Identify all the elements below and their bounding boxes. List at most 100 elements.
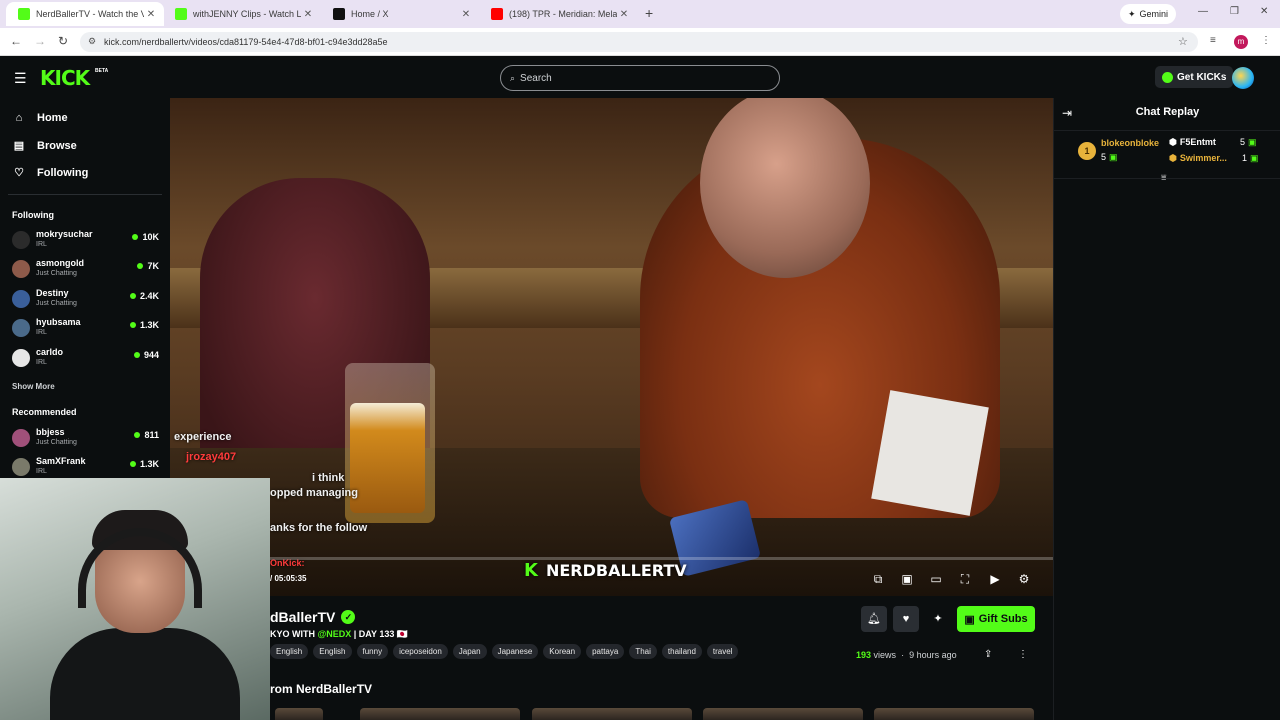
video-thumbnail[interactable] <box>874 708 1034 720</box>
video-thumbnail[interactable] <box>360 708 520 720</box>
forward-icon[interactable]: → <box>34 34 46 48</box>
tag-pill[interactable]: thailand <box>661 644 702 659</box>
viewer-count: 944 <box>133 350 159 360</box>
profile-avatar[interactable]: m <box>1234 35 1248 49</box>
sidebar-item-browse[interactable]: ▤ Browse <box>12 139 77 153</box>
video-progress-bar[interactable] <box>270 557 1053 560</box>
follow-heart-icon[interactable]: ♥ <box>893 606 919 632</box>
notification-bell-icon[interactable]: 🔔︎ <box>861 606 887 632</box>
miniplayer-icon[interactable]: ⧉ <box>870 572 886 587</box>
restore-icon[interactable]: ❐ <box>1230 6 1239 17</box>
channel-category: Just Chatting <box>36 270 77 277</box>
more-options-icon[interactable]: ⋮ <box>1018 649 1028 660</box>
channel-item[interactable]: carldo IRL 944 <box>12 345 162 371</box>
gift-subs-button[interactable]: ▣ Gift Subs <box>957 606 1035 632</box>
avatar <box>12 290 30 308</box>
user-avatar[interactable] <box>1232 67 1254 89</box>
close-icon[interactable]: ✕ <box>144 9 158 20</box>
watermark-text: NERDBALLERTV <box>545 561 687 580</box>
tab-youtube[interactable]: (198) TPR - Meridian: Melancho ✕ <box>479 2 637 26</box>
gemini-label: Gemini <box>1139 9 1169 19</box>
browser-menu-icon[interactable]: ⋮ <box>1261 35 1271 46</box>
share-icon[interactable]: ⇪ <box>984 649 992 660</box>
tag-pill[interactable]: English <box>270 644 309 659</box>
url-input[interactable]: ⚙ kick.com/nerdballertv/videos/cda81179-… <box>80 32 1198 52</box>
viewer-count-text: 944 <box>143 350 159 360</box>
tag-pill[interactable]: pattaya <box>586 644 625 659</box>
search-input[interactable]: ⌕ Search <box>500 65 780 91</box>
get-kicks-button[interactable]: Get KICKs <box>1155 66 1234 88</box>
show-more-button[interactable]: Show More <box>12 382 55 391</box>
media-control-icon[interactable]: ≡ <box>1210 35 1216 46</box>
new-tab-button[interactable]: + <box>645 5 653 21</box>
gemini-button[interactable]: ✦ Gemini <box>1120 4 1177 24</box>
sparkle-icon[interactable]: ✦ <box>925 606 951 632</box>
video-info: dBallerTV ✓ KYO WITH @NEDX | DAY 133 🇯🇵 … <box>270 596 1053 720</box>
expand-leaderboard-icon[interactable]: ⩸ <box>1161 172 1166 183</box>
tag-pill[interactable]: travel <box>706 644 739 659</box>
webcam-person-body <box>50 628 240 720</box>
video-meta: 193 views · 9 hours ago <box>856 650 957 660</box>
gift-icon: ▣ <box>1250 153 1259 163</box>
back-icon[interactable]: ← <box>10 34 22 48</box>
tag-pill[interactable]: English <box>313 644 352 659</box>
video-thumbnail[interactable] <box>532 708 692 720</box>
video-player[interactable]: experience jrozay407 i think opped manag… <box>170 98 1053 596</box>
leaderboard-name[interactable]: ⬢ F5Entmt <box>1169 137 1216 148</box>
menu-icon[interactable]: ☰ <box>14 70 27 87</box>
close-icon[interactable]: ✕ <box>301 9 315 20</box>
avatar <box>12 349 30 367</box>
fullscreen-icon[interactable]: ⛶ <box>957 572 973 587</box>
tab-nerdballertv[interactable]: NerdBallerTV - Watch the VOD ✕ <box>6 2 164 26</box>
channel-category: IRL <box>36 468 47 475</box>
leaderboard-name-text: F5Entmt <box>1179 137 1216 147</box>
channel-name: carldo <box>36 347 64 357</box>
window-close-icon[interactable]: ✕ <box>1260 6 1268 17</box>
kick-logo[interactable]: KICK <box>40 66 90 90</box>
channel-item[interactable]: asmongold Just Chatting 7K <box>12 256 162 282</box>
chat-divider <box>1054 130 1280 131</box>
tag-pill[interactable]: iceposeidon <box>393 644 448 659</box>
settings-icon[interactable]: ⚙ <box>1016 572 1032 586</box>
viewer-count: 1.3K <box>129 320 159 330</box>
more-from-heading: rom NerdBallerTV <box>270 682 373 696</box>
tab-withjenny[interactable]: withJENNY Clips - Watch Live o ✕ <box>163 2 321 26</box>
tag-pill[interactable]: Japanese <box>491 644 539 659</box>
video-scene-beer <box>350 403 425 513</box>
channel-name: bbjess <box>36 427 65 437</box>
channel-category: Just Chatting <box>36 300 77 307</box>
channel-item[interactable]: mokrysuchar IRL 10K <box>12 227 162 253</box>
autoplay-icon[interactable]: ▶ <box>987 572 1003 586</box>
video-thumbnail[interactable] <box>703 708 863 720</box>
clip-icon[interactable]: ▣ <box>899 572 915 586</box>
tag-pill[interactable]: Japan <box>452 644 487 659</box>
channel-item[interactable]: hyubsama IRL 1.3K <box>12 315 162 341</box>
address-bar: ← → ↻ ⚙ kick.com/nerdballertv/videos/cda… <box>0 28 1280 56</box>
live-dot-icon <box>129 461 136 467</box>
minimize-icon[interactable]: — <box>1198 6 1208 17</box>
video-thumbnail[interactable] <box>275 708 323 720</box>
tab-title: (198) TPR - Meridian: Melancho <box>509 9 617 19</box>
avatar <box>12 429 30 447</box>
channel-item[interactable]: bbjess Just Chatting 811 <box>12 425 162 451</box>
channel-item[interactable]: Destiny Just Chatting 2.4K <box>12 286 162 312</box>
sidebar-item-home[interactable]: ⌂ Home <box>12 112 68 124</box>
tag-pill[interactable]: Korean <box>543 644 582 659</box>
bookmark-star-icon[interactable]: ☆ <box>1178 35 1188 48</box>
theater-mode-icon[interactable]: ▭ <box>928 572 944 586</box>
sidebar-item-following[interactable]: ♡ Following <box>12 166 88 180</box>
kicks-coin-icon <box>1162 71 1173 83</box>
tab-x-home[interactable]: Home / X ✕ <box>321 2 479 26</box>
channel-item[interactable]: SamXFrank IRL 1.3K <box>12 454 162 480</box>
site-info-icon[interactable]: ⚙ <box>88 36 96 47</box>
leaderboard-name[interactable]: blokeonbloke <box>1101 138 1159 148</box>
gift-icon: ▣ <box>1109 152 1118 162</box>
channel-name-heading[interactable]: dBallerTV ✓ <box>270 609 356 625</box>
tag-pill[interactable]: Thai <box>629 644 657 659</box>
close-icon[interactable]: ✕ <box>459 9 473 20</box>
stream-title-mention[interactable]: @NEDX <box>318 629 352 639</box>
leaderboard-name[interactable]: ⬢ Swimmer... <box>1169 153 1227 164</box>
close-icon[interactable]: ✕ <box>617 9 631 20</box>
reload-icon[interactable]: ↻ <box>58 34 68 48</box>
tag-pill[interactable]: funny <box>356 644 389 659</box>
